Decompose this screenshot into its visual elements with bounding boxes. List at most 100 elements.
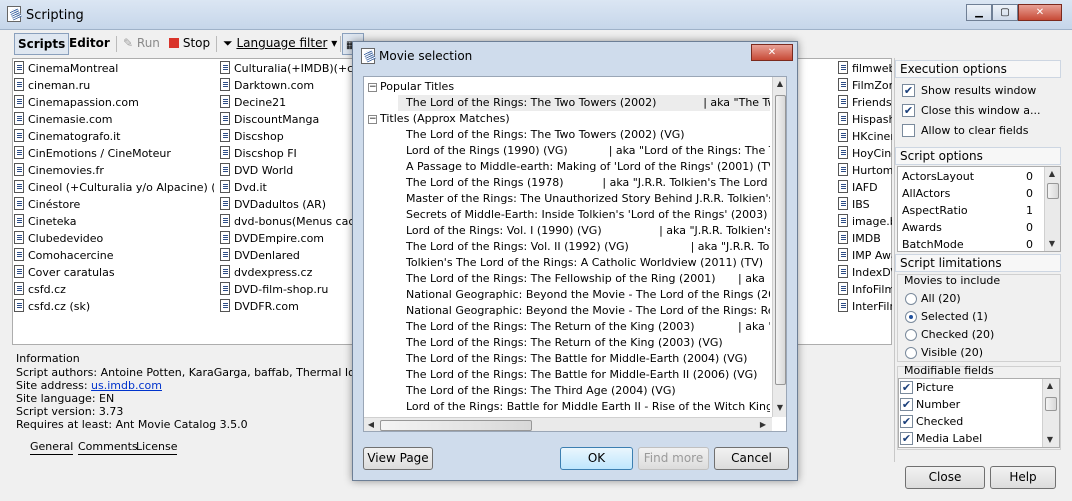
script-options-scrollbar[interactable]: ▲ ▼ xyxy=(1044,167,1060,251)
movie-row[interactable]: The Lord of the Rings: The Two Towers (2… xyxy=(398,127,770,143)
stop-button[interactable]: Stop xyxy=(166,33,213,55)
close-window-button[interactable]: ✕ xyxy=(1018,4,1062,21)
script-item[interactable]: Comohacercine xyxy=(14,247,214,264)
script-item[interactable]: filmweb. xyxy=(838,60,892,77)
movie-row[interactable]: Lord of the Rings: Battle for Middle Ear… xyxy=(398,399,770,415)
dialog-close-button[interactable]: ✕ xyxy=(751,44,793,61)
script-item[interactable]: dvdexpress.cz xyxy=(220,264,352,281)
radio-3[interactable] xyxy=(905,347,917,359)
script-item[interactable]: csfd.cz xyxy=(14,281,214,298)
script-item[interactable]: DVD World xyxy=(220,162,352,179)
movie-row[interactable]: National Geographic: Beyond the Movie - … xyxy=(398,303,770,319)
script-item[interactable]: Cinemasie.com xyxy=(14,111,214,128)
minimize-button[interactable]: ▁ xyxy=(966,4,992,21)
movie-row[interactable]: The Lord of the Rings: The Two Towers (2… xyxy=(398,95,770,111)
script-item[interactable]: CinEmotions / CineMoteur xyxy=(14,145,214,162)
main-title-bar[interactable]: Scripting ▁ ▢ ✕ xyxy=(0,0,1072,30)
scroll-thumb[interactable] xyxy=(1047,183,1059,199)
script-item[interactable]: Discshop FI xyxy=(220,145,352,162)
tree-group-heading[interactable]: Popular Titles xyxy=(380,79,454,95)
movie-row[interactable]: The Lord of the Rings: Vol. II (1992) (V… xyxy=(398,239,770,255)
script-item[interactable]: Cinemapassion.com xyxy=(14,94,214,111)
script-item[interactable]: Darktown.com xyxy=(220,77,352,94)
tab-license[interactable]: License xyxy=(136,440,178,455)
script-item[interactable]: DVD-film-shop.ru xyxy=(220,281,352,298)
script-item[interactable]: dvd-bonus(Menus cache xyxy=(220,213,352,230)
movie-row[interactable]: Lord of the Rings (1990) (VG) | aka "Lord… xyxy=(398,143,770,159)
movie-row[interactable]: A Passage to Middle-earth: Making of 'Lo… xyxy=(398,159,770,175)
movie-row[interactable]: The Lord of the Rings: The Battle for Mi… xyxy=(398,351,770,367)
script-item[interactable]: FilmZona xyxy=(838,77,892,94)
script-option-row[interactable]: BatchMode 0 xyxy=(902,236,1042,253)
close-button[interactable]: Close xyxy=(905,466,985,489)
script-item[interactable]: InfoFilm xyxy=(838,281,892,298)
script-item[interactable]: IMP Awa xyxy=(838,247,892,264)
script-item[interactable]: Cinéstore xyxy=(14,196,214,213)
field-checkbox-3[interactable]: ✔ xyxy=(900,432,913,445)
movie-row[interactable]: The Lord of the Rings: The Return of the… xyxy=(398,335,770,351)
script-item[interactable]: CinemaMontreal xyxy=(14,60,214,77)
script-item[interactable]: Cineol (+Culturalia y/o Alpacine) (ES) xyxy=(14,179,214,196)
scroll-thumb[interactable] xyxy=(1045,397,1057,411)
script-item[interactable]: Cineteka xyxy=(14,213,214,230)
script-item[interactable]: Cinematografo.it xyxy=(14,128,214,145)
radio-0[interactable] xyxy=(905,293,917,305)
tab-general[interactable]: General xyxy=(30,440,74,455)
script-item[interactable]: Dvd.it xyxy=(220,179,352,196)
movie-row[interactable]: Tolkien's The Lord of the Rings: A Catho… xyxy=(398,255,770,271)
script-item[interactable]: DVDadultos (AR) xyxy=(220,196,352,213)
tree-vertical-scrollbar[interactable]: ▲ ▼ xyxy=(772,77,786,417)
script-item[interactable]: IMDB xyxy=(838,230,892,247)
movie-row[interactable]: The Lord of the Rings (1978) | aka "J.R.R… xyxy=(398,175,770,191)
script-item[interactable]: Cinemovies.fr xyxy=(14,162,214,179)
language-filter-button[interactable]: ⏷ Language filter ▾ xyxy=(220,33,340,55)
field-checkbox-0[interactable]: ✔ xyxy=(900,381,913,394)
maximize-button[interactable]: ▢ xyxy=(992,4,1018,21)
tree-group-heading[interactable]: Titles (Approx Matches) xyxy=(380,111,510,127)
field-checkbox-1[interactable]: ✔ xyxy=(900,398,913,411)
script-item[interactable]: csfd.cz (sk) xyxy=(14,298,214,315)
script-item[interactable]: DVDFR.com xyxy=(220,298,352,315)
tree-horizontal-scrollbar[interactable]: ◀ ▶ xyxy=(364,417,772,431)
radio-2[interactable] xyxy=(905,329,917,341)
collapse-icon[interactable]: − xyxy=(368,115,377,124)
script-item[interactable]: DVDEmpire.com xyxy=(220,230,352,247)
movie-row[interactable]: Lord of the Rings: Vol. I (1990) (VG) | a… xyxy=(398,223,770,239)
checkbox-1[interactable]: ✔ xyxy=(902,104,915,117)
movie-row[interactable]: Master of the Rings: The Unauthorized St… xyxy=(398,191,770,207)
script-item[interactable]: HoyCine xyxy=(838,145,892,162)
script-item[interactable]: DVDenlared xyxy=(220,247,352,264)
script-item[interactable]: image.b xyxy=(838,213,892,230)
movie-row[interactable]: The Lord of the Rings: The Fellowship of… xyxy=(398,271,770,287)
script-item[interactable]: IndexDV xyxy=(838,264,892,281)
find-more-button[interactable]: Find more xyxy=(638,447,709,470)
script-item[interactable]: DiscountManga xyxy=(220,111,352,128)
checkbox-2[interactable] xyxy=(902,124,915,137)
script-item[interactable]: InterFilm xyxy=(838,298,892,315)
script-option-row[interactable]: AllActors 0 xyxy=(902,185,1042,202)
movie-tree[interactable]: − Popular Titles The Lord of the Rings: Th… xyxy=(363,76,787,432)
script-option-row[interactable]: ActorsLayout 0 xyxy=(902,168,1042,185)
movie-row[interactable]: The Lord of the Rings: The Battle for Mi… xyxy=(398,367,770,383)
script-item[interactable]: Discshop xyxy=(220,128,352,145)
help-button[interactable]: Help xyxy=(990,466,1056,489)
editor-tab-button[interactable]: Editor xyxy=(66,33,113,55)
script-option-row[interactable]: AspectRatio 1 xyxy=(902,202,1042,219)
script-option-row[interactable]: Awards 0 xyxy=(902,219,1042,236)
ok-button[interactable]: OK xyxy=(560,447,633,470)
script-item[interactable]: Hispasha xyxy=(838,111,892,128)
script-item[interactable]: Decine21 xyxy=(220,94,352,111)
script-item[interactable]: Cover caratulas xyxy=(14,264,214,281)
radio-1[interactable] xyxy=(905,311,917,323)
script-item[interactable]: HKcinem xyxy=(838,128,892,145)
script-item[interactable]: Culturalia(+IMDB)(+cara xyxy=(220,60,352,77)
field-checkbox-2[interactable]: ✔ xyxy=(900,415,913,428)
script-item[interactable]: IBS xyxy=(838,196,892,213)
script-item[interactable]: cineman.ru xyxy=(14,77,214,94)
movie-row[interactable]: National Geographic: Beyond the Movie - … xyxy=(398,287,770,303)
scroll-thumb[interactable] xyxy=(775,95,786,385)
tab-comments[interactable]: Comments xyxy=(78,440,138,455)
scripts-tab-button[interactable]: Scripts xyxy=(14,33,70,55)
script-item[interactable]: Friends- xyxy=(838,94,892,111)
script-item[interactable]: HurtomC xyxy=(838,162,892,179)
